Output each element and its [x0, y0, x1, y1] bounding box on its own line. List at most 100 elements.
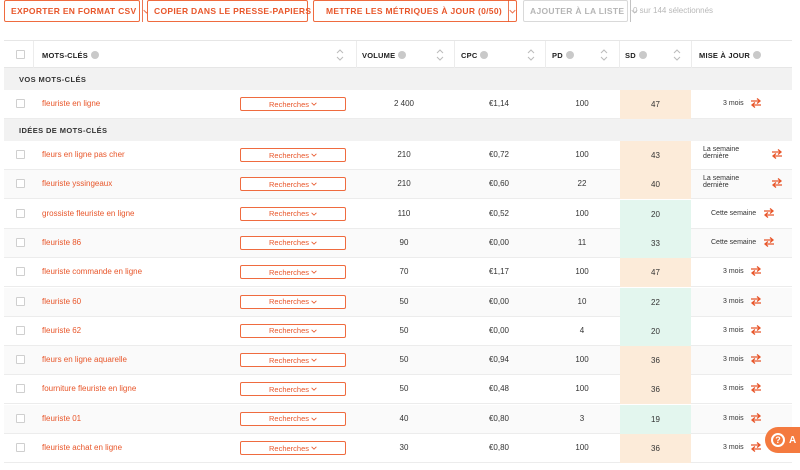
- chevron-down-icon: [311, 387, 317, 392]
- toolbar: EXPORTER EN FORMAT CSV COPIER DANS LE PR…: [0, 0, 800, 26]
- searches-dropdown[interactable]: Recherches: [240, 411, 346, 426]
- keyword-link[interactable]: fleuriste 01: [42, 414, 81, 423]
- column-update[interactable]: MISE À JOUR: [699, 41, 761, 69]
- refresh-swap-icon[interactable]: [749, 324, 763, 336]
- keyword-link[interactable]: fleuriste 60: [42, 297, 81, 306]
- select-all-checkbox[interactable]: [16, 50, 25, 59]
- column-pd[interactable]: PD: [552, 41, 574, 69]
- row-checkbox[interactable]: [16, 413, 25, 423]
- volume-value: 70: [399, 267, 409, 277]
- pd-value: 100: [575, 384, 589, 394]
- refresh-swap-icon[interactable]: [749, 382, 763, 394]
- pd-value: 22: [577, 179, 587, 189]
- keyword-link[interactable]: fleuriste achat en ligne: [42, 443, 122, 452]
- searches-dropdown[interactable]: Recherches: [240, 206, 346, 221]
- pd-value: 4: [579, 325, 585, 335]
- cpc-value: €0,00: [488, 296, 510, 306]
- volume-value: 50: [399, 384, 409, 394]
- update-cell: La semaine dernière: [696, 170, 792, 199]
- searches-dropdown[interactable]: Recherches: [240, 294, 346, 309]
- keyword-link[interactable]: fleuriste 62: [42, 326, 81, 335]
- export-csv-button[interactable]: EXPORTER EN FORMAT CSV: [4, 0, 151, 22]
- column-keywords[interactable]: MOTS-CLÉS: [42, 41, 99, 69]
- searches-dropdown[interactable]: Recherches: [240, 441, 346, 455]
- cpc-value: €0,52: [488, 208, 510, 218]
- volume-value: 50: [399, 355, 409, 365]
- column-pd-label: PD: [552, 50, 563, 60]
- sort-icon[interactable]: [600, 48, 608, 62]
- row-checkbox[interactable]: [16, 355, 25, 365]
- update-cell: 3 mois: [696, 375, 792, 404]
- column-cpc[interactable]: CPC: [461, 41, 489, 69]
- searches-dropdown[interactable]: Recherches: [240, 265, 346, 280]
- refresh-swap-icon[interactable]: [770, 177, 784, 189]
- searches-dropdown[interactable]: Recherches: [240, 148, 346, 162]
- update-metrics-button[interactable]: METTRE LES MÉTRIQUES À JOUR (0/50): [313, 0, 517, 22]
- chevron-down-icon: [311, 102, 317, 106]
- sort-icon[interactable]: [527, 48, 535, 62]
- refresh-swap-icon[interactable]: [749, 441, 763, 453]
- chevron-down-icon: [311, 300, 317, 304]
- volume-value: 50: [399, 296, 409, 306]
- pd-value: 100: [575, 443, 589, 452]
- keyword-link[interactable]: fleurs en ligne pas cher: [42, 150, 125, 159]
- searches-dropdown[interactable]: Recherches: [240, 97, 346, 111]
- keyword-link[interactable]: fleurs en ligne aquarelle: [42, 355, 127, 364]
- row-checkbox[interactable]: [16, 150, 25, 159]
- update-line-1: 3 mois: [723, 268, 744, 276]
- refresh-swap-icon[interactable]: [749, 97, 763, 109]
- info-icon: [90, 51, 99, 59]
- update-text: 3 mois: [723, 327, 744, 334]
- copy-clipboard-label: COPIER DANS LE PRESSE-PAPIERS: [154, 6, 312, 16]
- row-checkbox[interactable]: [16, 179, 25, 189]
- refresh-swap-icon[interactable]: [770, 148, 784, 160]
- searches-dropdown[interactable]: Recherches: [240, 235, 346, 250]
- refresh-swap-icon[interactable]: [762, 207, 776, 219]
- row-checkbox[interactable]: [16, 237, 25, 247]
- keyword-link[interactable]: fleuriste 86: [42, 238, 81, 247]
- column-sd[interactable]: SD: [625, 41, 647, 69]
- column-volume[interactable]: VOLUME: [362, 41, 407, 69]
- refresh-swap-icon[interactable]: [762, 236, 776, 248]
- pd-value: 3: [579, 413, 585, 423]
- searches-label: Recherches: [268, 179, 310, 189]
- searches-dropdown[interactable]: Recherches: [240, 382, 346, 397]
- keyword-link[interactable]: fleuriste en ligne: [42, 99, 100, 108]
- update-line-1: Cette semaine: [711, 238, 757, 246]
- refresh-swap-icon[interactable]: [749, 412, 763, 424]
- row-checkbox[interactable]: [16, 296, 25, 306]
- chevron-down-icon: [311, 212, 317, 216]
- row-checkbox[interactable]: [16, 443, 25, 452]
- keyword-link[interactable]: fourniture fleuriste en ligne: [42, 384, 136, 393]
- row-checkbox[interactable]: [16, 384, 25, 394]
- refresh-swap-icon[interactable]: [749, 265, 763, 277]
- sd-value: 20: [620, 199, 691, 229]
- sort-icon[interactable]: [336, 48, 344, 62]
- cpc-value: €0,80: [488, 443, 510, 452]
- row-checkbox[interactable]: [16, 267, 25, 277]
- update-line-1: 3 mois: [723, 444, 744, 451]
- keyword-link[interactable]: grossiste fleuriste en ligne: [42, 209, 135, 218]
- searches-dropdown[interactable]: Recherches: [240, 353, 346, 368]
- sort-icon[interactable]: [673, 48, 681, 62]
- update-line-1: Cette semaine: [711, 209, 757, 217]
- refresh-swap-icon[interactable]: [749, 353, 763, 365]
- row-checkbox[interactable]: [16, 325, 25, 335]
- row-checkbox[interactable]: [16, 99, 25, 108]
- searches-dropdown[interactable]: Recherches: [240, 323, 346, 338]
- row-checkbox[interactable]: [16, 208, 25, 218]
- cpc-value: €0,00: [488, 237, 510, 247]
- keyword-link[interactable]: fleuriste commande en ligne: [42, 267, 142, 276]
- searches-dropdown[interactable]: Recherches: [240, 177, 346, 192]
- update-line-1: 3 mois: [723, 297, 744, 305]
- refresh-swap-icon[interactable]: [749, 295, 763, 307]
- sd-value: 47: [620, 258, 691, 288]
- help-button[interactable]: ? A: [765, 427, 800, 453]
- update-cell: 3 mois: [696, 258, 792, 287]
- copy-clipboard-button[interactable]: COPIER DANS LE PRESSE-PAPIERS: [147, 0, 325, 22]
- info-icon: [565, 51, 574, 59]
- sort-icon[interactable]: [436, 48, 444, 62]
- sd-value: 36: [620, 375, 691, 405]
- keyword-link[interactable]: fleuriste yssingeaux: [42, 179, 112, 188]
- add-to-list-button[interactable]: AJOUTER À LA LISTE: [523, 0, 638, 22]
